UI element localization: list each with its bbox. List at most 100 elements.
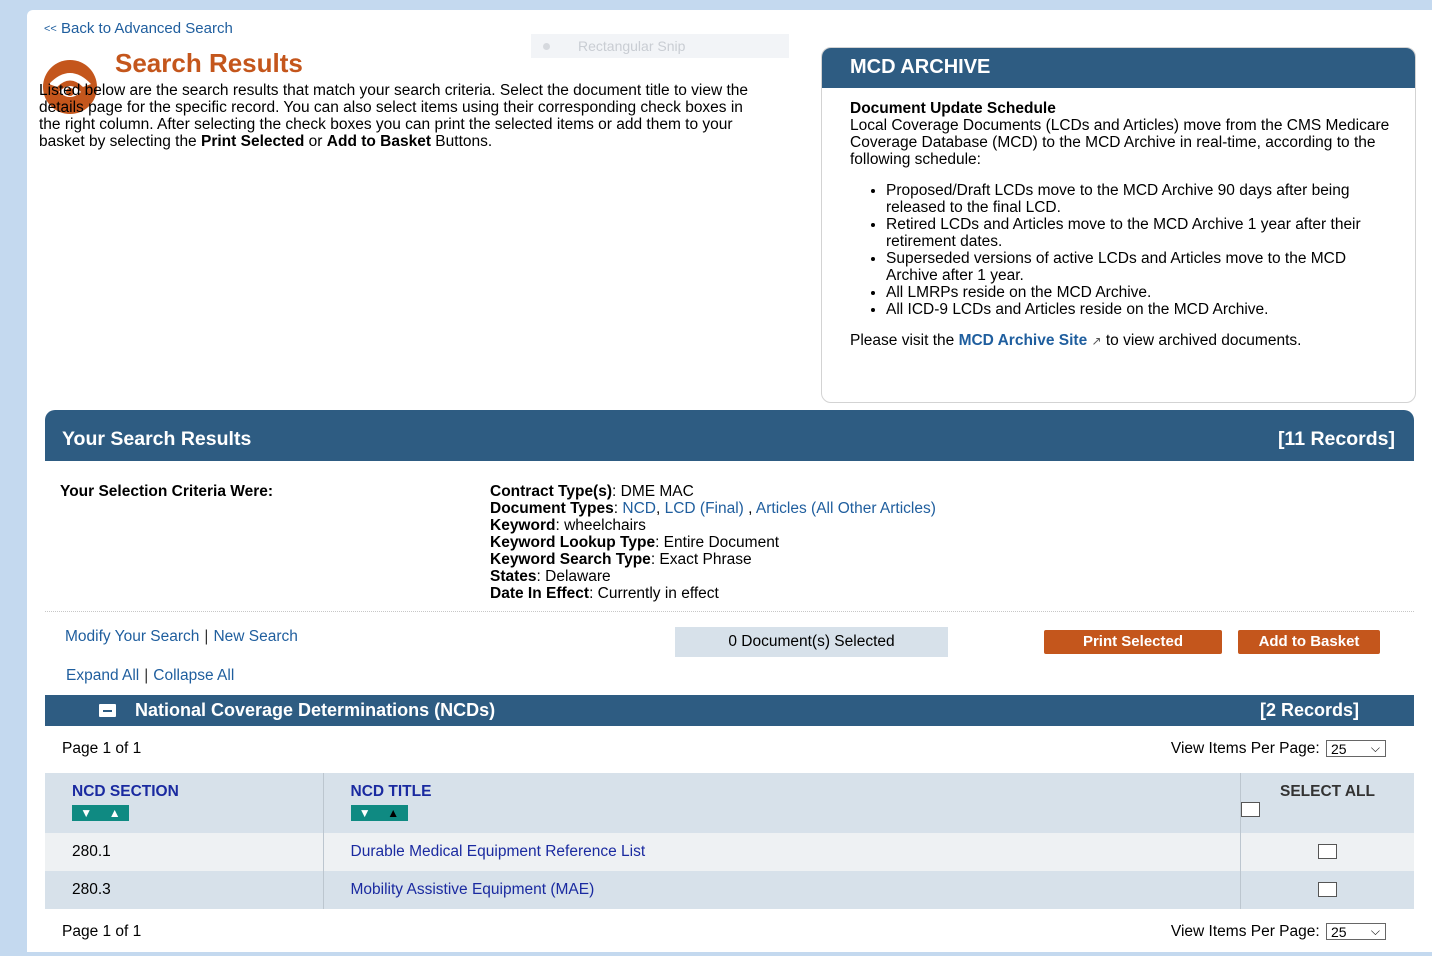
criteria-value: : Currently in effect [589, 585, 719, 602]
row-checkbox[interactable] [1318, 882, 1337, 898]
criteria-label: Your Selection Criteria Were: [60, 483, 274, 500]
items-per-page-label: View Items Per Page: [1170, 923, 1320, 940]
back-link-label: Back to Advanced Search [61, 20, 233, 37]
row-checkbox[interactable] [1318, 844, 1337, 860]
table-header-row: NCD SECTION ▼ ▲ NCD TITLE ▼ ▲ SELECT ALL [45, 773, 1414, 833]
doctype-lcd-link[interactable]: LCD (Final) [665, 500, 744, 517]
collapse-all-link[interactable]: Collapse All [153, 667, 234, 684]
sort-asc-icon[interactable]: ▲ [109, 805, 121, 821]
selected-count-box: 0 Document(s) Selected [675, 627, 948, 657]
items-per-page-label: View Items Per Page: [1170, 740, 1320, 757]
items-per-page-select-bottom[interactable]: 25 ⌵ [1326, 923, 1386, 941]
criteria-key: Keyword Lookup Type [490, 534, 656, 551]
visit-post: to view archived documents. [1101, 332, 1302, 349]
items-per-page: View Items Per Page: 25 ⌵ [1171, 740, 1386, 758]
schedule-list: Proposed/Draft LCDs move to the MCD Arch… [850, 182, 1395, 318]
intro-text-part: or [304, 133, 327, 150]
sort-desc-icon[interactable]: ▼ [359, 805, 371, 821]
intro-text: Listed below are the search results that… [39, 82, 759, 150]
pager-top: Page 1 of 1 View Items Per Page: 25 ⌵ [45, 726, 1414, 773]
mcd-archive-site-link[interactable]: MCD Archive Site [959, 332, 1088, 349]
select-all-checkbox[interactable] [1241, 802, 1260, 818]
modify-search-link[interactable]: Modify Your Search [65, 628, 199, 645]
page-info: Page 1 of 1 [62, 740, 142, 757]
criteria-list: Contract Type(s): DME MAC Document Types… [490, 483, 936, 602]
archive-visit-text: Please visit the MCD Archive Site ↗ to v… [850, 332, 1395, 350]
criteria-key: Keyword [490, 517, 556, 534]
doctype-articles-link[interactable]: Articles (All Other Articles) [756, 500, 936, 517]
table-row: 280.3 Mobility Assistive Equipment (MAE) [45, 871, 1414, 909]
collapse-minus-icon[interactable] [99, 704, 116, 717]
selection-criteria: Your Selection Criteria Were: Contract T… [45, 461, 1414, 612]
col-ncd-title: NCD TITLE ▼ ▲ [323, 773, 1241, 833]
items-per-page-value: 25 [1331, 924, 1347, 941]
items-per-page-select[interactable]: 25 ⌵ [1326, 740, 1386, 758]
external-link-icon: ↗ [1091, 334, 1102, 348]
criteria-date: Date In Effect: Currently in effect [490, 585, 936, 602]
col-select-all: SELECT ALL [1240, 773, 1414, 833]
mcd-archive-header: MCD ARCHIVE [822, 48, 1415, 88]
ncd-table: NCD SECTION ▼ ▲ NCD TITLE ▼ ▲ SELECT ALL 2… [45, 773, 1414, 909]
add-to-basket-button[interactable]: Add to Basket [1238, 630, 1380, 654]
intro-bold-basket: Add to Basket [326, 133, 431, 150]
separator: | [204, 628, 209, 645]
snip-dot-icon [543, 43, 550, 50]
ncd-title-link[interactable]: Durable Medical Equipment Reference List [351, 843, 646, 860]
criteria-search-type: Keyword Search Type: Exact Phrase [490, 551, 936, 568]
sort-desc-icon[interactable]: ▼ [80, 805, 92, 821]
intro-bold-print: Print Selected [201, 133, 305, 150]
pager-bottom: Page 1 of 1 View Items Per Page: 25 ⌵ [45, 909, 1414, 956]
criteria-key: States [490, 568, 537, 585]
sort-ncd-section-link[interactable]: NCD SECTION [72, 783, 179, 800]
criteria-key: Document Types [490, 500, 614, 517]
criteria-value: : Delaware [536, 568, 611, 585]
schedule-item: Proposed/Draft LCDs move to the MCD Arch… [886, 182, 1395, 216]
snip-overlay: Rectangular Snip [531, 34, 789, 58]
search-results-count: [11 Records] [1277, 428, 1395, 450]
new-search-link[interactable]: New Search [213, 628, 297, 645]
criteria-lookup: Keyword Lookup Type: Entire Document [490, 534, 936, 551]
ncd-section-bar[interactable]: National Coverage Determinations (NCDs) … [45, 695, 1414, 726]
criteria-states: States: Delaware [490, 568, 936, 585]
criteria-contract: Contract Type(s): DME MAC [490, 483, 936, 500]
search-results-panel: Your Search Results [11 Records] Your Se… [45, 410, 1414, 952]
criteria-value: : wheelchairs [555, 517, 646, 534]
sort-ncd-title-link[interactable]: NCD TITLE [351, 783, 432, 800]
visit-pre: Please visit the [850, 332, 959, 349]
sort-buttons: ▼ ▲ [350, 805, 408, 821]
ncd-section-cell: 280.3 [45, 871, 324, 909]
print-selected-button[interactable]: Print Selected [1044, 630, 1222, 654]
back-chevron-icon: << [44, 23, 57, 35]
doctype-ncd-link[interactable]: NCD [622, 500, 656, 517]
separator: | [144, 667, 149, 684]
schedule-item: Superseded versions of active LCDs and A… [886, 250, 1395, 284]
ncd-section-title: National Coverage Determinations (NCDs) [135, 700, 496, 720]
criteria-doctypes: Document Types: NCD, LCD (Final) , Artic… [490, 500, 936, 517]
chevron-down-icon: ⌵ [1370, 924, 1380, 939]
schedule-item: All ICD-9 LCDs and Articles reside on th… [886, 301, 1395, 318]
sort-asc-icon[interactable]: ▲ [387, 805, 399, 821]
criteria-key: Contract Type(s) [490, 483, 613, 500]
select-all-label: SELECT ALL [1279, 783, 1375, 800]
sort-buttons: ▼ ▲ [72, 805, 129, 821]
search-results-header: Your Search Results [11 Records] [45, 410, 1414, 461]
ncd-section-cell: 280.1 [45, 833, 324, 871]
col-ncd-section: NCD SECTION ▼ ▲ [45, 773, 324, 833]
search-results-title: Your Search Results [62, 428, 252, 450]
page: << Back to Advanced Search Rectangular S… [27, 10, 1432, 952]
page-title: Search Results [115, 48, 303, 78]
intro-text-part: Buttons. [431, 133, 493, 150]
criteria-keyword: Keyword: wheelchairs [490, 517, 936, 534]
snip-overlay-label: Rectangular Snip [578, 38, 686, 54]
expand-all-link[interactable]: Expand All [66, 667, 139, 684]
criteria-value: : Entire Document [655, 534, 780, 551]
items-per-page-bottom: View Items Per Page: 25 ⌵ [1171, 923, 1386, 941]
criteria-value: : Exact Phrase [650, 551, 752, 568]
chevron-down-icon: ⌵ [1370, 741, 1380, 756]
page-info-bottom: Page 1 of 1 [62, 923, 142, 940]
schedule-item: All LMRPs reside on the MCD Archive. [886, 284, 1395, 301]
items-per-page-value: 25 [1331, 741, 1347, 758]
ncd-title-link[interactable]: Mobility Assistive Equipment (MAE) [351, 881, 595, 898]
ncd-section-count: [2 Records] [1259, 700, 1359, 720]
back-to-advanced-search-link[interactable]: << Back to Advanced Search [44, 20, 233, 37]
